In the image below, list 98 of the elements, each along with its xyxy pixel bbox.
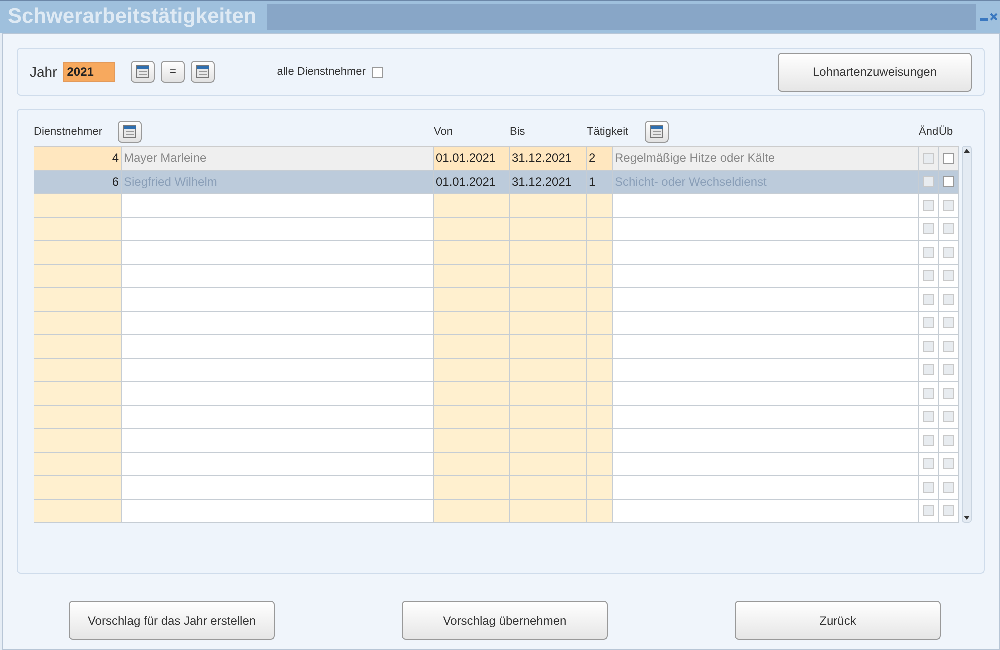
action-button[interactable]: Vorschlag übernehmen xyxy=(402,601,608,640)
table-cell xyxy=(587,476,613,500)
changed-checkbox[interactable] xyxy=(923,482,934,493)
taken-checkbox[interactable] xyxy=(943,411,954,422)
changed-checkbox[interactable] xyxy=(923,176,934,188)
table-cell: Mayer Marleine xyxy=(122,147,434,170)
changed-checkbox[interactable] xyxy=(923,223,934,234)
close-icon[interactable] xyxy=(990,13,998,21)
table-cell[interactable] xyxy=(34,312,122,335)
changed-checkbox[interactable] xyxy=(923,434,934,446)
table-cell xyxy=(587,312,613,335)
table-cell xyxy=(587,241,613,264)
table-cell xyxy=(587,218,613,241)
action-button[interactable]: Vorschlag für das Jahr erstellen xyxy=(69,601,275,640)
calendar-button[interactable] xyxy=(644,121,669,143)
table-cell xyxy=(587,335,613,358)
table-cell[interactable] xyxy=(34,358,122,382)
taken-checkbox[interactable] xyxy=(943,482,954,493)
table-cell: 1 xyxy=(587,170,613,194)
table-cell: 01.01.2021 xyxy=(434,147,510,170)
scrollbar[interactable] xyxy=(962,146,972,523)
table-cell[interactable] xyxy=(34,500,122,523)
all-employees-checkbox[interactable] xyxy=(372,66,383,78)
action-button[interactable]: Zurück xyxy=(735,601,941,640)
table-cell xyxy=(587,194,613,218)
taken-checkbox[interactable] xyxy=(943,152,954,164)
column-header: Üb xyxy=(939,126,954,138)
calendar-button[interactable] xyxy=(131,61,156,83)
table-cell xyxy=(587,452,613,476)
changed-checkbox[interactable] xyxy=(923,294,934,305)
calendar-icon xyxy=(136,65,150,79)
taken-checkbox[interactable] xyxy=(943,434,954,446)
table-cell: 2 xyxy=(587,147,613,170)
taken-checkbox[interactable] xyxy=(943,388,954,399)
changed-checkbox[interactable] xyxy=(923,270,934,282)
changed-checkbox[interactable] xyxy=(923,152,934,164)
table-cell[interactable] xyxy=(34,194,122,218)
changed-checkbox[interactable] xyxy=(923,317,934,328)
taken-checkbox[interactable] xyxy=(943,340,954,352)
table-cell xyxy=(587,264,613,288)
table-cell xyxy=(587,429,613,452)
table-cell xyxy=(587,288,613,312)
table-cell xyxy=(587,382,613,406)
changed-checkbox[interactable] xyxy=(923,505,934,516)
equals-button[interactable]: = xyxy=(161,61,186,83)
scroll-up-icon[interactable] xyxy=(963,147,971,155)
changed-checkbox[interactable] xyxy=(923,340,934,352)
calendar-icon xyxy=(650,125,664,139)
table-cell[interactable] xyxy=(34,476,122,500)
changed-checkbox[interactable] xyxy=(923,388,934,399)
year-label: Jahr xyxy=(30,64,58,80)
table-cell[interactable] xyxy=(34,241,122,264)
wage-type-assignments-button[interactable]: Lohnartenzuweisungen xyxy=(778,52,972,92)
taken-checkbox[interactable] xyxy=(943,505,954,516)
all-employees-label: alle Dienstnehmer xyxy=(277,66,366,78)
column-header: Änd xyxy=(919,126,939,138)
table-cell xyxy=(587,500,613,523)
taken-checkbox[interactable] xyxy=(943,246,954,258)
table-cell[interactable] xyxy=(34,382,122,406)
table-cell[interactable] xyxy=(34,335,122,358)
taken-checkbox[interactable] xyxy=(943,223,954,234)
table-cell: 31.12.2021 xyxy=(510,147,587,170)
table-cell[interactable] xyxy=(34,218,122,241)
taken-checkbox[interactable] xyxy=(943,294,954,305)
taken-checkbox[interactable] xyxy=(943,458,954,470)
table-cell xyxy=(587,406,613,429)
table-cell[interactable] xyxy=(34,288,122,312)
column-header: Dienstnehmer xyxy=(34,126,102,138)
changed-checkbox[interactable] xyxy=(923,411,934,422)
table-cell[interactable] xyxy=(34,406,122,429)
taken-checkbox[interactable] xyxy=(943,317,954,328)
column-header: Tätigkeit xyxy=(587,126,629,138)
window-title: Schwerarbeitstätigkeiten xyxy=(7,5,258,29)
column-header: Bis xyxy=(510,126,526,138)
taken-checkbox[interactable] xyxy=(943,176,954,188)
taken-checkbox[interactable] xyxy=(943,270,954,282)
calendar-button[interactable] xyxy=(118,121,142,143)
table-cell: 01.01.2021 xyxy=(434,170,510,194)
calendar-icon xyxy=(123,125,138,139)
table-cell[interactable] xyxy=(34,429,122,452)
changed-checkbox[interactable] xyxy=(923,200,934,211)
column-header: Von xyxy=(434,126,453,138)
year-field[interactable]: 2021 xyxy=(63,62,116,82)
table-cell[interactable] xyxy=(34,264,122,288)
table-cell xyxy=(587,358,613,382)
changed-checkbox[interactable] xyxy=(923,458,934,470)
scroll-down-icon[interactable] xyxy=(963,514,971,522)
taken-checkbox[interactable] xyxy=(943,200,954,211)
changed-checkbox[interactable] xyxy=(923,364,934,376)
table-cell: Regelmäßige Hitze oder Kälte xyxy=(613,147,919,170)
changed-checkbox[interactable] xyxy=(923,246,934,258)
table-cell[interactable]: 6 xyxy=(34,170,122,194)
calendar-button[interactable] xyxy=(191,61,216,83)
table-cell: 31.12.2021 xyxy=(510,170,587,194)
table-cell[interactable]: 4 xyxy=(34,147,122,170)
taken-checkbox[interactable] xyxy=(943,364,954,376)
calendar-icon xyxy=(196,65,210,79)
table-cell[interactable] xyxy=(34,452,122,476)
